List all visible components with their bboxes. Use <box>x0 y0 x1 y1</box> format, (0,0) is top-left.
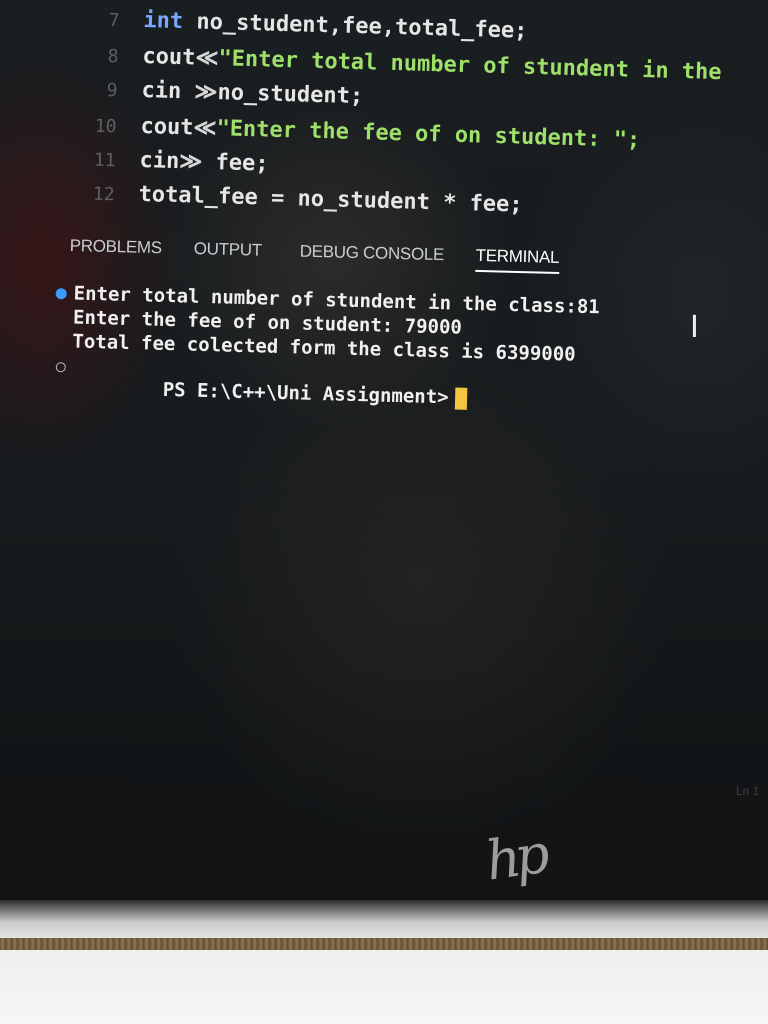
code-editor[interactable]: 7 int no_student,fee,total_fee; 8 cout≪"Ent… <box>0 0 768 253</box>
code-token: int <box>143 8 197 35</box>
code-line[interactable]: 11 cin≫ fee; <box>75 146 269 183</box>
terminal-prompt-line[interactable]: PS E:\C++\Uni Assignment> <box>70 354 467 431</box>
line-number: 12 <box>92 183 115 206</box>
hp-logo-text: hp <box>481 822 548 893</box>
code-token: ≪ <box>195 45 219 72</box>
code-token: cin <box>139 147 180 175</box>
code-token: cout <box>140 113 194 141</box>
code-token: fee; <box>215 150 269 177</box>
code-token: no_student,fee,total_fee; <box>196 9 528 44</box>
code-token: "Enter total number of stundent in the <box>218 46 722 86</box>
terminal-prompt: PS E:\C++\Uni Assignment> <box>162 378 449 409</box>
laptop-hinge-strip <box>0 938 768 950</box>
line-number: 10 <box>94 115 117 138</box>
prompt-status-ring-icon <box>55 362 66 373</box>
laptop-bezel <box>0 900 768 940</box>
laptop-screen: 7 int no_student,fee,total_fee; 8 cout≪"Ent… <box>0 0 768 920</box>
status-corner-hint: Ln 1 <box>736 784 760 798</box>
line-number: 8 <box>107 46 119 68</box>
code-token: total_fee = no_student * fee; <box>138 181 523 218</box>
code-token: cout <box>142 44 196 71</box>
tab-terminal[interactable]: TERMINAL <box>475 245 560 274</box>
code-token: cin <box>141 77 195 105</box>
line-number: 9 <box>106 80 118 102</box>
terminal-output[interactable]: Enter total number of stundent in the cl… <box>51 282 694 419</box>
text-cursor-icon <box>454 387 467 410</box>
tab-problems[interactable]: PROBLEMS <box>70 236 163 258</box>
tab-output[interactable]: OUTPUT <box>193 239 262 261</box>
code-token: ≫ <box>178 149 216 176</box>
command-status-dot-icon <box>55 288 67 300</box>
code-line[interactable]: 12 total_fee = no_student * fee; <box>74 180 523 224</box>
tab-debug-console[interactable]: DEBUG CONSOLE <box>299 242 444 266</box>
ibeam-mouse-pointer-icon: I <box>690 310 699 345</box>
code-token: ≪ <box>193 115 217 142</box>
desk-surface <box>0 950 768 1024</box>
code-token: ≫ <box>194 79 218 106</box>
code-token: no_student; <box>217 80 364 110</box>
line-number: 7 <box>108 10 120 32</box>
line-number: 11 <box>93 149 116 172</box>
code-line[interactable]: 9 cin ≫no_student; <box>77 76 364 116</box>
hp-logo: hp <box>482 822 548 892</box>
photo-of-laptop-screen: 7 int no_student,fee,total_fee; 8 cout≪"Ent… <box>0 0 768 1024</box>
code-token: "Enter the fee of on student: "; <box>216 116 641 153</box>
